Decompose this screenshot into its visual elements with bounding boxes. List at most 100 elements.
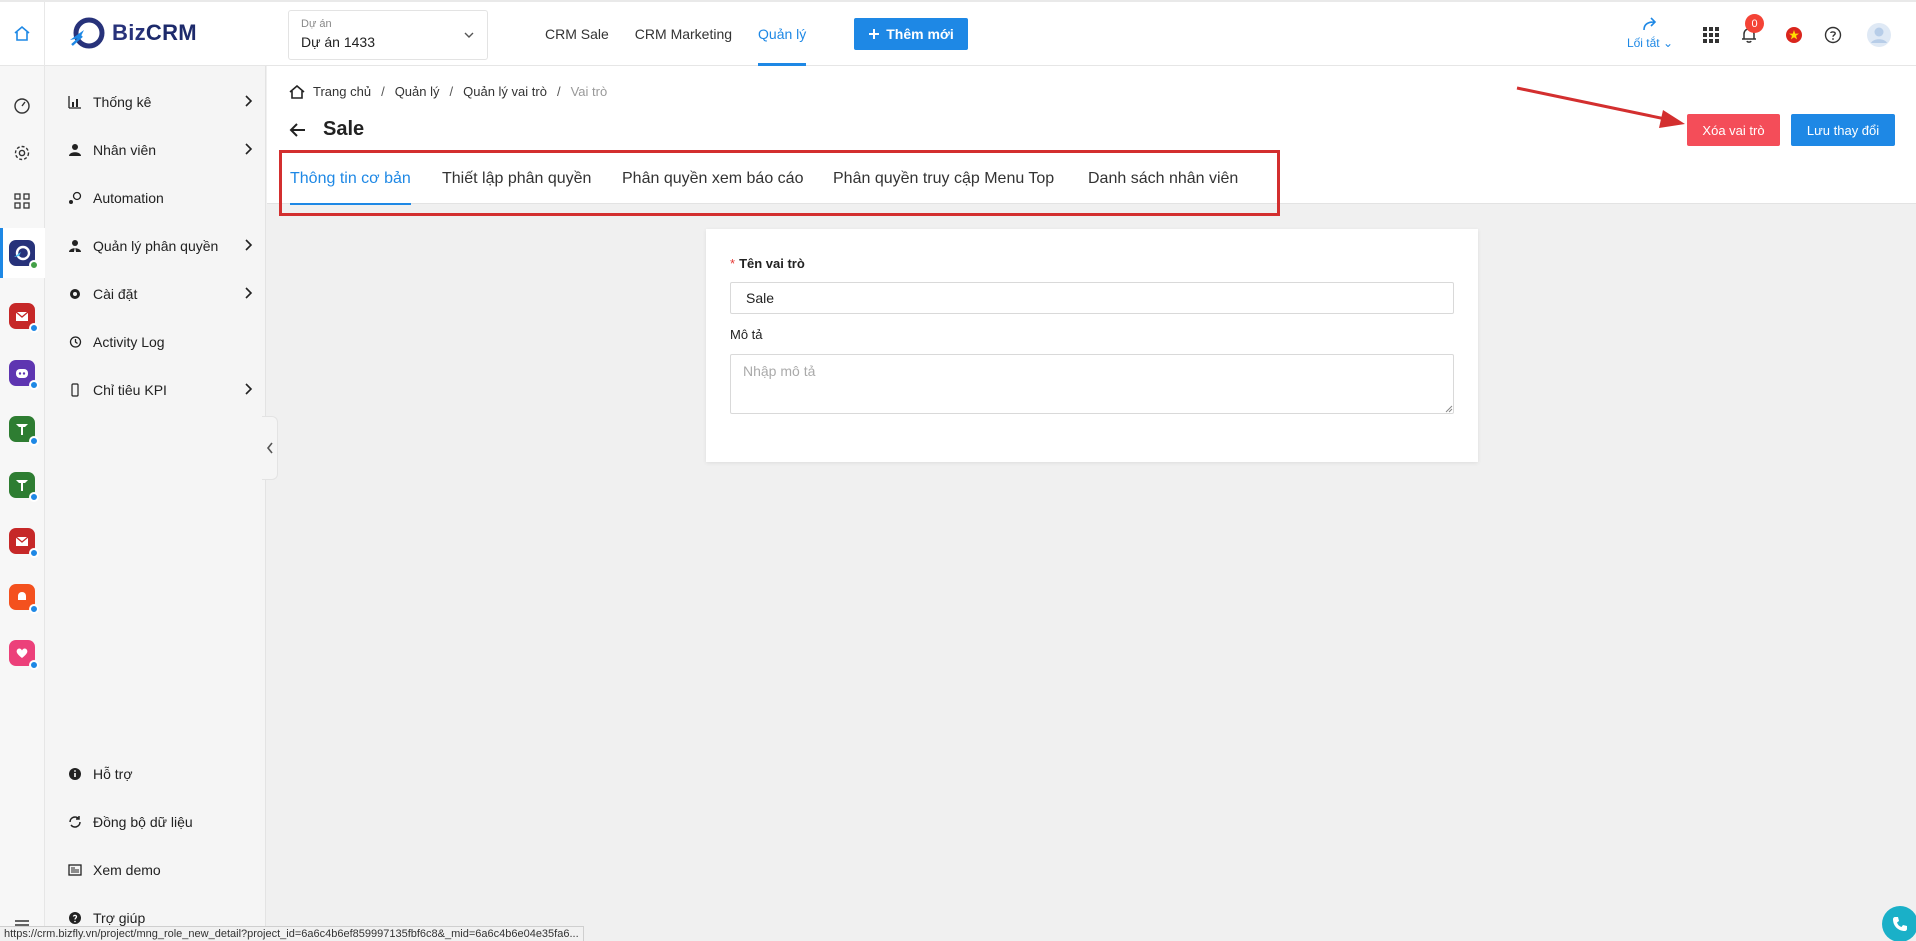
question-circle-icon (1824, 26, 1842, 44)
breadcrumb-home[interactable]: Trang chủ (313, 84, 371, 99)
online-dot (29, 260, 39, 270)
sidebar-item-xem-demo[interactable]: Xem demo (67, 858, 253, 882)
vietnam-flag-icon (1786, 27, 1802, 43)
newspaper-icon (67, 862, 83, 878)
sidebar-collapse-handle[interactable] (262, 416, 278, 480)
home-button[interactable] (0, 2, 45, 66)
resize-grip-icon[interactable] (1445, 405, 1453, 413)
phone-icon (1893, 917, 1907, 931)
mail-app-icon (15, 311, 29, 321)
shortcut-menu[interactable]: Lối tắt ⌄ (1620, 16, 1680, 50)
role-name-input[interactable] (730, 282, 1454, 314)
sync-icon (67, 814, 83, 830)
home-icon (289, 84, 305, 99)
chevron-left-icon (266, 442, 273, 454)
bell-app-icon (17, 592, 27, 600)
save-changes-button[interactable]: Lưu thay đổi (1791, 114, 1895, 146)
tab-phan-quyen-menu-top[interactable]: Phân quyền truy cập Menu Top (833, 153, 1054, 205)
sidebar-item-thong-ke[interactable]: Thống kê (67, 90, 253, 114)
chevron-down-icon (464, 32, 474, 38)
rail-app-mail[interactable] (9, 303, 39, 333)
chatbot-app-icon (16, 369, 28, 378)
sidebar-item-quan-ly-phan-quyen[interactable]: Quản lý phân quyền (67, 234, 253, 258)
bar-chart-icon (67, 94, 83, 110)
speedometer-icon (14, 98, 30, 114)
rail-app-bizcrm[interactable] (9, 240, 39, 270)
sidebar-item-cai-dat[interactable]: Cài đặt (67, 282, 253, 306)
user-avatar[interactable] (1866, 22, 1892, 48)
rail-app-bot[interactable] (9, 360, 39, 390)
chevron-right-icon (245, 143, 253, 155)
breadcrumb-quan-ly[interactable]: Quản lý (395, 84, 440, 99)
gear-icon (14, 145, 30, 161)
sidebar-item-label: Thống kê (93, 94, 152, 110)
sidebar-item-label: Hỗ trợ (93, 766, 133, 782)
home-icon (14, 25, 30, 41)
bizcrm-app-icon (14, 245, 31, 261)
sidebar-item-ho-tro[interactable]: Hỗ trợ (67, 762, 253, 786)
rail-app-mail2[interactable] (9, 528, 39, 558)
app-badge-dot (29, 548, 39, 558)
nav-crm-sale[interactable]: CRM Sale (532, 2, 622, 66)
breadcrumb-quan-ly-vai-tro[interactable]: Quản lý vai trò (463, 84, 547, 99)
annotation-arrow (1516, 86, 1685, 128)
role-info-card: *Tên vai trò Mô tả (706, 229, 1478, 462)
description-textarea[interactable] (730, 354, 1454, 414)
rail-app-t1[interactable] (9, 416, 39, 446)
back-arrow-icon[interactable] (289, 122, 307, 138)
logo-text-crm: CRM (145, 20, 197, 45)
rail-dashboard[interactable] (9, 92, 35, 118)
app-badge-dot (29, 436, 39, 446)
sidebar-item-chi-tieu-kpi[interactable]: Chỉ tiêu KPI (67, 378, 253, 402)
apps-grid-icon (1703, 27, 1719, 43)
rail-app-heart[interactable] (9, 640, 39, 670)
share-arrow-icon (1643, 17, 1657, 31)
delete-role-button[interactable]: Xóa vai trò (1687, 114, 1780, 146)
rail-apps[interactable] (9, 188, 35, 214)
tab-thiet-lap-phan-quyen[interactable]: Thiết lập phân quyền (442, 153, 591, 205)
project-select-label: Dự án (301, 18, 332, 30)
shortcut-label: Lối tắt (1626, 36, 1660, 50)
sidebar-item-label: Cài đặt (93, 286, 138, 302)
project-select[interactable]: Dự án Dự án 1433 (288, 10, 488, 60)
chevron-down-icon: ⌄ (1662, 36, 1674, 50)
add-new-button[interactable]: Thêm mới (854, 18, 968, 50)
language-button[interactable] (1783, 24, 1805, 46)
tab-phan-quyen-xem-bao-cao[interactable]: Phân quyền xem báo cáo (622, 153, 803, 205)
help-button[interactable] (1822, 24, 1844, 46)
nav-quan-ly[interactable]: Quản lý (745, 2, 819, 66)
app-badge-dot (29, 492, 39, 502)
t-app-icon (16, 424, 28, 435)
grid-icon (14, 193, 30, 209)
notification-badge: 0 (1745, 14, 1764, 33)
user-icon (67, 142, 83, 158)
automation-icon (67, 190, 83, 206)
sidebar-item-dong-bo[interactable]: Đồng bộ dữ liệu (67, 810, 253, 834)
mail-app-icon (15, 536, 29, 546)
sidebar-item-activity-log[interactable]: Activity Log (67, 330, 253, 354)
tab-danh-sach-nhan-vien[interactable]: Danh sách nhân viên (1088, 153, 1238, 205)
t-app-icon (16, 480, 28, 491)
logo-text-biz: Biz (112, 20, 146, 45)
role-name-label: * Tên vai trò (730, 256, 805, 271)
nav-crm-marketing[interactable]: CRM Marketing (622, 2, 745, 66)
bizcrm-logo-icon (70, 17, 105, 49)
rail-app-t2[interactable] (9, 472, 39, 502)
breadcrumb: Trang chủ / Quản lý / Quản lý vai trò / … (289, 84, 607, 99)
apps-grid-button[interactable] (1700, 24, 1722, 46)
bizcrm-logo[interactable]: BizCRM (68, 16, 197, 50)
chevron-right-icon (245, 383, 253, 395)
app-badge-dot (29, 604, 39, 614)
required-mark: * (730, 256, 736, 271)
rail-app-notify[interactable] (9, 584, 39, 614)
sidebar-item-label: Đồng bộ dữ liệu (93, 814, 193, 830)
sidebar-item-nhan-vien[interactable]: Nhân viên (67, 138, 253, 162)
plus-icon (869, 29, 880, 39)
app-badge-dot (29, 380, 39, 390)
sidebar-item-automation[interactable]: Automation (67, 186, 253, 210)
heart-app-icon (16, 648, 28, 658)
app-badge-dot (29, 323, 39, 333)
rail-settings[interactable] (9, 140, 35, 166)
tab-thong-tin-co-ban[interactable]: Thông tin cơ bản (290, 153, 411, 205)
call-button[interactable] (1882, 906, 1916, 941)
